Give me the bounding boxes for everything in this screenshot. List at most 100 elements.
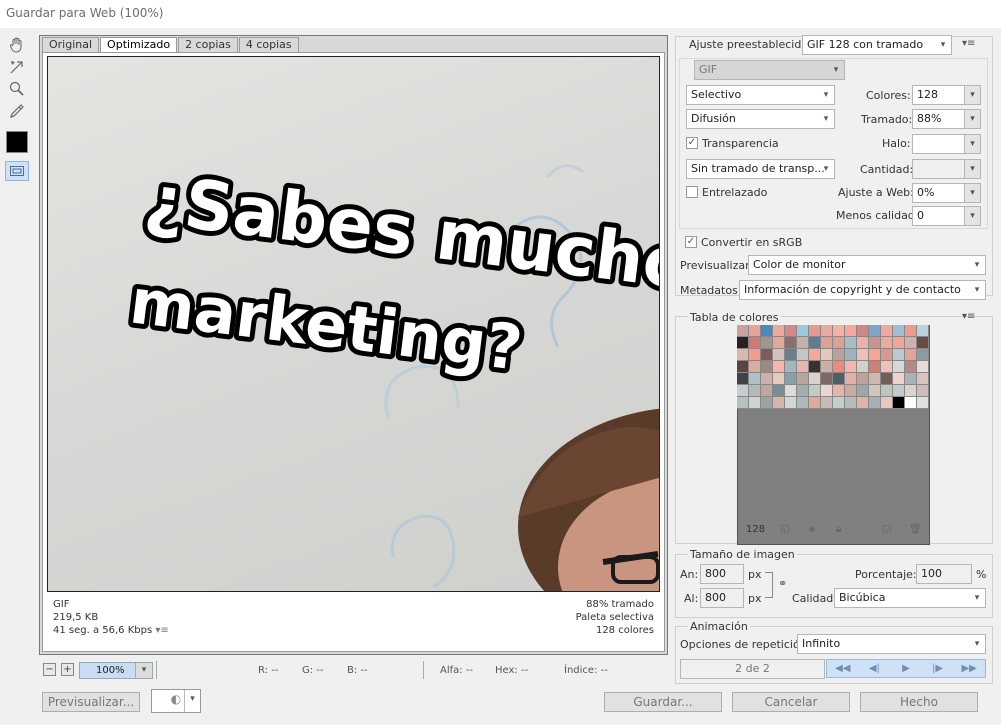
- last-frame-icon[interactable]: ▶▶: [953, 660, 985, 677]
- color-swatch[interactable]: [773, 373, 785, 385]
- trash-icon[interactable]: 🗑︎: [909, 524, 922, 535]
- color-swatch[interactable]: [761, 349, 773, 361]
- color-swatch[interactable]: [809, 373, 821, 385]
- save-button[interactable]: Guardar...: [604, 692, 722, 712]
- color-swatch[interactable]: [845, 361, 857, 373]
- color-swatch[interactable]: [857, 361, 869, 373]
- color-swatch[interactable]: [917, 397, 929, 409]
- color-swatch[interactable]: [809, 361, 821, 373]
- color-swatch[interactable]: [917, 325, 929, 337]
- color-swatch[interactable]: [797, 397, 809, 409]
- color-swatch[interactable]: [905, 373, 917, 385]
- zoom-in-button[interactable]: +: [61, 663, 74, 676]
- tab-original[interactable]: Original: [42, 37, 100, 52]
- color-swatch[interactable]: [785, 397, 797, 409]
- color-swatch[interactable]: [797, 385, 809, 397]
- dither-algorithm-select[interactable]: Difusión ▾: [686, 109, 835, 129]
- color-swatch[interactable]: [749, 325, 761, 337]
- color-swatch[interactable]: [881, 373, 893, 385]
- color-swatch[interactable]: [869, 325, 881, 337]
- color-swatch[interactable]: [881, 349, 893, 361]
- color-swatch[interactable]: [749, 361, 761, 373]
- color-swatch[interactable]: [833, 337, 845, 349]
- color-swatch[interactable]: [821, 325, 833, 337]
- color-swatch[interactable]: [737, 349, 749, 361]
- color-swatch[interactable]: [869, 349, 881, 361]
- color-swatch[interactable]: [881, 361, 893, 373]
- convert-srgb-checkbox[interactable]: ✓: [685, 236, 697, 248]
- color-swatch[interactable]: [845, 325, 857, 337]
- color-swatch[interactable]: [833, 397, 845, 409]
- color-swatch[interactable]: [893, 373, 905, 385]
- color-swatch[interactable]: [761, 361, 773, 373]
- color-swatch[interactable]: [785, 349, 797, 361]
- color-swatch[interactable]: [761, 385, 773, 397]
- quality-select[interactable]: Bicúbica ▾: [834, 588, 986, 608]
- zoom-tool[interactable]: [4, 78, 30, 100]
- color-swatch[interactable]: [809, 337, 821, 349]
- color-swatch[interactable]: [869, 373, 881, 385]
- optimize-menu-icon[interactable]: ▾≡: [962, 38, 975, 49]
- info-menu-icon[interactable]: ▾≡: [155, 625, 168, 636]
- color-swatch[interactable]: [845, 337, 857, 349]
- color-swatch[interactable]: [917, 361, 929, 373]
- color-swatch[interactable]: [905, 361, 917, 373]
- height-field[interactable]: 800: [700, 588, 744, 608]
- color-swatch[interactable]: [749, 397, 761, 409]
- format-select[interactable]: GIF ▾: [694, 60, 845, 80]
- color-swatch[interactable]: [785, 361, 797, 373]
- width-field[interactable]: 800: [700, 564, 744, 584]
- color-swatch[interactable]: [737, 385, 749, 397]
- tab-4-up[interactable]: 4 copias: [238, 37, 299, 52]
- color-swatch[interactable]: [821, 373, 833, 385]
- color-swatch[interactable]: [797, 373, 809, 385]
- color-swatch[interactable]: [785, 337, 797, 349]
- transparency-checkbox[interactable]: ✓: [686, 137, 698, 149]
- color-swatch[interactable]: [833, 325, 845, 337]
- matte-select[interactable]: ▾: [912, 134, 981, 154]
- color-swatch[interactable]: [917, 385, 929, 397]
- color-swatch[interactable]: [917, 349, 929, 361]
- color-swatch[interactable]: [857, 325, 869, 337]
- color-swatch[interactable]: [749, 337, 761, 349]
- color-swatch[interactable]: [737, 361, 749, 373]
- browser-select-button[interactable]: ◐ ▾: [151, 689, 201, 713]
- color-swatch[interactable]: [917, 373, 929, 385]
- color-swatch[interactable]: [881, 337, 893, 349]
- interlaced-checkbox[interactable]: [686, 186, 698, 198]
- color-swatch[interactable]: [773, 385, 785, 397]
- color-swatch[interactable]: [893, 385, 905, 397]
- color-swatch[interactable]: [869, 337, 881, 349]
- lock-color-icon[interactable]: 🔒︎: [836, 524, 841, 535]
- first-frame-icon[interactable]: ◀◀: [827, 660, 859, 677]
- color-swatch[interactable]: [773, 397, 785, 409]
- color-swatch[interactable]: [893, 349, 905, 361]
- transparency-dither-select[interactable]: Sin tramado de transp... ▾: [686, 159, 835, 179]
- tab-2-up[interactable]: 2 copias: [178, 37, 238, 52]
- color-swatch[interactable]: [905, 385, 917, 397]
- new-color-icon[interactable]: ◲: [882, 524, 891, 535]
- color-swatch[interactable]: [857, 349, 869, 361]
- color-swatch[interactable]: [737, 397, 749, 409]
- color-swatch[interactable]: [785, 325, 797, 337]
- web-shift-icon[interactable]: ◈: [808, 524, 816, 535]
- zoom-dropdown-icon[interactable]: ▾: [135, 663, 152, 678]
- color-swatch[interactable]: [845, 385, 857, 397]
- color-swatch[interactable]: [737, 325, 749, 337]
- percent-field[interactable]: 100: [916, 564, 972, 584]
- color-swatch[interactable]: [857, 385, 869, 397]
- color-swatch[interactable]: [857, 373, 869, 385]
- color-swatch[interactable]: [785, 373, 797, 385]
- play-icon[interactable]: ▶: [890, 660, 922, 677]
- color-swatch[interactable]: [797, 337, 809, 349]
- color-swatch[interactable]: [773, 361, 785, 373]
- color-swatch[interactable]: [893, 397, 905, 409]
- color-swatch[interactable]: [785, 385, 797, 397]
- lossy-field[interactable]: 0 ▾: [912, 206, 981, 226]
- loop-select[interactable]: Infinito ▾: [797, 634, 986, 654]
- color-swatch[interactable]: [797, 361, 809, 373]
- color-table-swatches[interactable]: [737, 325, 930, 421]
- color-swatch[interactable]: [809, 349, 821, 361]
- color-reduction-select[interactable]: Selectivo ▾: [686, 85, 835, 105]
- color-swatch[interactable]: [893, 361, 905, 373]
